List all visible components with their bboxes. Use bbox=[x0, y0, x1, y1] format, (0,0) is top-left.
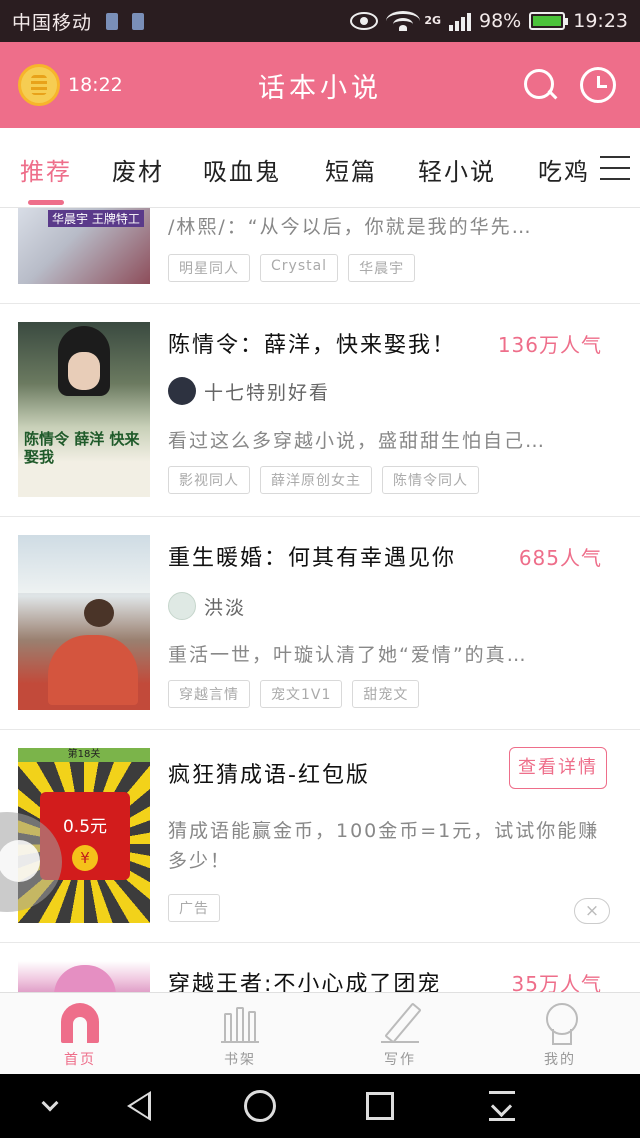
book-title[interactable]: 重生暖婚：何其有幸遇见你 bbox=[168, 540, 456, 572]
nav-bookshelf[interactable]: 书架 bbox=[160, 993, 320, 1074]
ad-tag: 广告 bbox=[168, 894, 220, 922]
battery-icon bbox=[529, 12, 569, 30]
alarm-icon[interactable] bbox=[18, 64, 60, 106]
book-cover[interactable]: 华晨宇 王牌特工 bbox=[18, 208, 150, 284]
nav-label: 我的 bbox=[544, 1052, 576, 1068]
close-ad-button[interactable]: × bbox=[574, 898, 610, 924]
network-type: 2G bbox=[424, 14, 441, 27]
active-tab-indicator bbox=[28, 200, 64, 205]
app-screen: 中国移动 2G 98% 19:23 18:22 话本小说 推荐 废材 吸血鬼 短… bbox=[0, 0, 640, 1138]
wifi-icon bbox=[386, 11, 421, 31]
divider bbox=[0, 516, 640, 517]
book-tags: 影视同人 薛洋原创女主 陈情令同人 bbox=[168, 466, 479, 494]
history-clock-icon[interactable] bbox=[580, 67, 616, 103]
book-tags: 穿越言情 宠文1V1 甜宠文 bbox=[168, 680, 420, 708]
cover-text: 华晨宇 王牌特工 bbox=[48, 210, 144, 227]
view-details-button[interactable]: 查看详情 bbox=[509, 747, 607, 789]
tag[interactable]: 宠文1V1 bbox=[260, 680, 343, 708]
avatar bbox=[168, 377, 196, 405]
cover-text: ¥ bbox=[72, 845, 98, 871]
avatar bbox=[168, 592, 196, 620]
author-row[interactable]: 十七特别好看 bbox=[168, 377, 330, 405]
battery-percent: 98% bbox=[479, 10, 522, 32]
tag[interactable]: 薛洋原创女主 bbox=[260, 466, 372, 494]
eye-comfort-icon bbox=[350, 12, 379, 30]
tab-recommend[interactable]: 推荐 bbox=[20, 152, 72, 187]
recents-button[interactable] bbox=[362, 1074, 398, 1138]
menu-icon[interactable] bbox=[600, 156, 630, 180]
book-tags: 明星同人 Crystal 华晨宇 bbox=[168, 254, 416, 282]
tab-short[interactable]: 短篇 bbox=[325, 152, 377, 187]
tab-feicai[interactable]: 废材 bbox=[112, 152, 164, 187]
chevron-down-icon bbox=[41, 1094, 59, 1112]
book-cover[interactable] bbox=[18, 535, 150, 710]
book-description[interactable]: 重活一世，叶璇认清了她“爱情”的真… bbox=[168, 640, 614, 667]
profile-icon bbox=[541, 1003, 579, 1045]
divider bbox=[0, 303, 640, 304]
alarm-time: 18:22 bbox=[68, 74, 123, 96]
cover-text: 第18关 bbox=[18, 748, 150, 762]
back-button[interactable] bbox=[122, 1074, 156, 1138]
author-name: 十七特别好看 bbox=[204, 381, 331, 404]
book-cover[interactable]: 陈情令 薛洋 快来娶我 bbox=[18, 322, 150, 497]
ad-tags: 广告 bbox=[168, 894, 220, 922]
sim-icon bbox=[132, 12, 145, 30]
tag[interactable]: 华晨宇 bbox=[348, 254, 416, 282]
tag[interactable]: 甜宠文 bbox=[352, 680, 420, 708]
cover-text: 0.5元 bbox=[62, 817, 108, 837]
tab-light-novel[interactable]: 轻小说 bbox=[418, 152, 496, 187]
sim-icon bbox=[106, 12, 119, 30]
home-icon bbox=[61, 1003, 99, 1043]
clock-time: 19:23 bbox=[573, 10, 628, 32]
home-button[interactable] bbox=[240, 1074, 280, 1138]
book-description[interactable]: /林熙/：“从今以后，你就是我的华先… bbox=[168, 212, 614, 239]
tag[interactable]: 陈情令同人 bbox=[382, 466, 479, 494]
notification-pull-button[interactable] bbox=[486, 1074, 518, 1138]
bookshelf-icon bbox=[221, 1003, 259, 1043]
nav-home[interactable]: 首页 bbox=[0, 993, 160, 1074]
carrier-name: 中国移动 bbox=[12, 11, 93, 34]
back-icon bbox=[127, 1091, 151, 1121]
status-bar: 中国移动 2G 98% 19:23 bbox=[0, 0, 640, 42]
pen-icon bbox=[381, 1003, 419, 1043]
tag[interactable]: 影视同人 bbox=[168, 466, 250, 494]
pull-down-icon bbox=[489, 1091, 515, 1121]
tag[interactable]: 明星同人 bbox=[168, 254, 250, 282]
app-header: 18:22 话本小说 bbox=[0, 42, 640, 128]
nav-label: 首页 bbox=[64, 1052, 96, 1068]
nav-label: 写作 bbox=[384, 1052, 416, 1068]
divider bbox=[0, 729, 640, 730]
tab-vampire[interactable]: 吸血鬼 bbox=[203, 152, 281, 187]
home-circle-icon bbox=[244, 1090, 276, 1122]
nav-profile[interactable]: 我的 bbox=[480, 993, 640, 1074]
signal-icon bbox=[449, 11, 471, 31]
divider bbox=[0, 942, 640, 943]
popularity: 685人气 bbox=[518, 546, 602, 570]
cover-text: 陈情令 薛洋 快来娶我 bbox=[24, 430, 140, 466]
book-cover[interactable] bbox=[18, 961, 150, 992]
system-navigation-bar bbox=[0, 1074, 640, 1138]
nav-label: 书架 bbox=[224, 1052, 256, 1068]
book-title[interactable]: 陈情令：薛洋，快来娶我！ bbox=[168, 327, 456, 359]
tag[interactable]: Crystal bbox=[260, 254, 339, 282]
nav-write[interactable]: 写作 bbox=[320, 993, 480, 1074]
recents-icon bbox=[366, 1092, 394, 1120]
bottom-navigation: 首页 书架 写作 我的 bbox=[0, 992, 640, 1074]
popularity: 136万人气 bbox=[497, 333, 602, 357]
tag[interactable]: 穿越言情 bbox=[168, 680, 250, 708]
category-tabs: 推荐 废材 吸血鬼 短篇 轻小说 吃鸡 bbox=[0, 128, 640, 208]
author-row[interactable]: 洪淡 bbox=[168, 592, 246, 620]
tab-chicken[interactable]: 吃鸡 bbox=[538, 152, 590, 187]
ad-title[interactable]: 疯狂猜成语-红包版 bbox=[168, 757, 370, 789]
hide-nav-button[interactable] bbox=[36, 1074, 64, 1138]
author-name: 洪淡 bbox=[204, 596, 247, 619]
book-description[interactable]: 看过这么多穿越小说，盛甜甜生怕自己… bbox=[168, 426, 614, 453]
search-icon[interactable] bbox=[522, 67, 558, 103]
ad-description[interactable]: 猜成语能赢金币，100金币=1元，试试你能赚多少！ bbox=[168, 816, 608, 876]
